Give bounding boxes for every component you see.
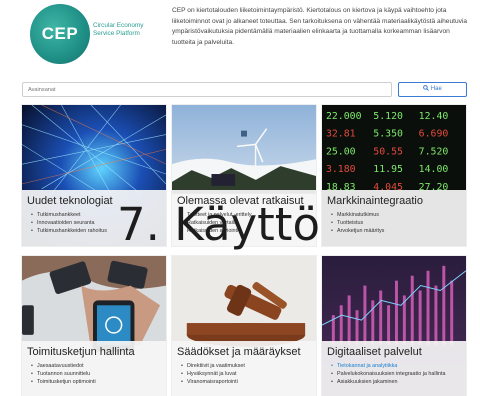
search-button-label: Hae (430, 86, 442, 92)
list-item[interactable]: Tietokannat ja analytiikka (327, 362, 461, 370)
list-item[interactable]: Jaesaatavuustiedot (27, 362, 161, 370)
svg-text:32.81: 32.81 (326, 129, 356, 140)
list-item[interactable]: Arvoketjun määritys (327, 227, 461, 235)
search-input[interactable]: Avainsanat (22, 82, 392, 97)
list-item[interactable]: Toimitusketjun optimointi (27, 378, 161, 386)
list-item[interactable]: Tuotannon suunnittelu (27, 370, 161, 378)
intro-text: CEP on kiertotalouden liiketoimintaympär… (172, 7, 468, 46)
card-supply-chain[interactable]: Toimitusketjun hallinta Jaesaatavuustied… (21, 255, 167, 396)
card-title[interactable]: Digitaaliset palvelut (327, 345, 461, 359)
svg-text:6.690: 6.690 (419, 129, 449, 140)
svg-text:5.120: 5.120 (373, 111, 403, 122)
card-panel: Markkinaintegraatio Markkinatutkimus Tuo… (322, 190, 466, 246)
list-item[interactable]: Palvelukokonaisuuksien integraatio ja ha… (327, 370, 461, 378)
search-icon (423, 85, 430, 91)
card-panel: Säädökset ja määräykset Direktiivit ja v… (172, 341, 316, 396)
card-list: Jaesaatavuustiedot Tuotannon suunnittelu… (27, 362, 161, 387)
card-title[interactable]: Markkinaintegraatio (327, 194, 461, 208)
card-title[interactable]: Säädökset ja määräykset (177, 345, 311, 359)
card-list: Markkinatutkimus Tuotteistus Arvoketjun … (327, 211, 461, 236)
svg-text:50.55: 50.55 (373, 146, 403, 157)
cep-logo[interactable]: CEP (30, 4, 90, 64)
brand-line-2: Service Platform (93, 30, 140, 37)
card-digital-services[interactable]: Digitaaliset palvelut Tietokannat ja ana… (321, 255, 467, 396)
card-panel: Toimitusketjun hallinta Jaesaatavuustied… (22, 341, 166, 396)
svg-text:25.00: 25.00 (326, 146, 356, 157)
svg-text:11.95: 11.95 (373, 164, 403, 175)
list-item[interactable]: Asiakkuuksien jakaminen (327, 378, 461, 386)
svg-text:5.350: 5.350 (373, 129, 403, 140)
card-panel: Digitaaliset palvelut Tietokannat ja ana… (322, 341, 466, 396)
card-list: Tietokannat ja analytiikka Palvelukokona… (327, 362, 461, 387)
list-item[interactable]: Direktiivit ja vaatimukset (177, 362, 311, 370)
list-item[interactable]: Viranomaisraportointi (177, 378, 311, 386)
search-button[interactable]: Hae (398, 82, 467, 97)
svg-text:7.520: 7.520 (419, 146, 449, 157)
card-market-integration[interactable]: 22.000 5.120 12.40 32.81 5.350 6.690 25.00 50… (321, 104, 467, 247)
card-list: Direktiivit ja vaatimukset Hyväksynnät j… (177, 362, 311, 387)
brand-name: Circular Economy Service Platform (93, 22, 143, 38)
svg-text:12.40: 12.40 (419, 111, 449, 122)
card-regulations[interactable]: Säädökset ja määräykset Direktiivit ja v… (171, 255, 317, 396)
list-item[interactable]: Tuotteistus (327, 219, 461, 227)
brand-line-1: Circular Economy (93, 22, 144, 29)
list-item[interactable]: Markkinatutkimus (327, 211, 461, 219)
svg-text:14.00: 14.00 (419, 164, 449, 175)
svg-text:3.180: 3.180 (326, 164, 356, 175)
svg-text:22.000: 22.000 (326, 111, 362, 122)
list-item[interactable]: Hyväksynnät ja luvat (177, 370, 311, 378)
logo-text: CEP (41, 24, 79, 43)
overlay-caption: 7. Käyttö (117, 198, 320, 251)
card-title[interactable]: Toimitusketjun hallinta (27, 345, 161, 359)
